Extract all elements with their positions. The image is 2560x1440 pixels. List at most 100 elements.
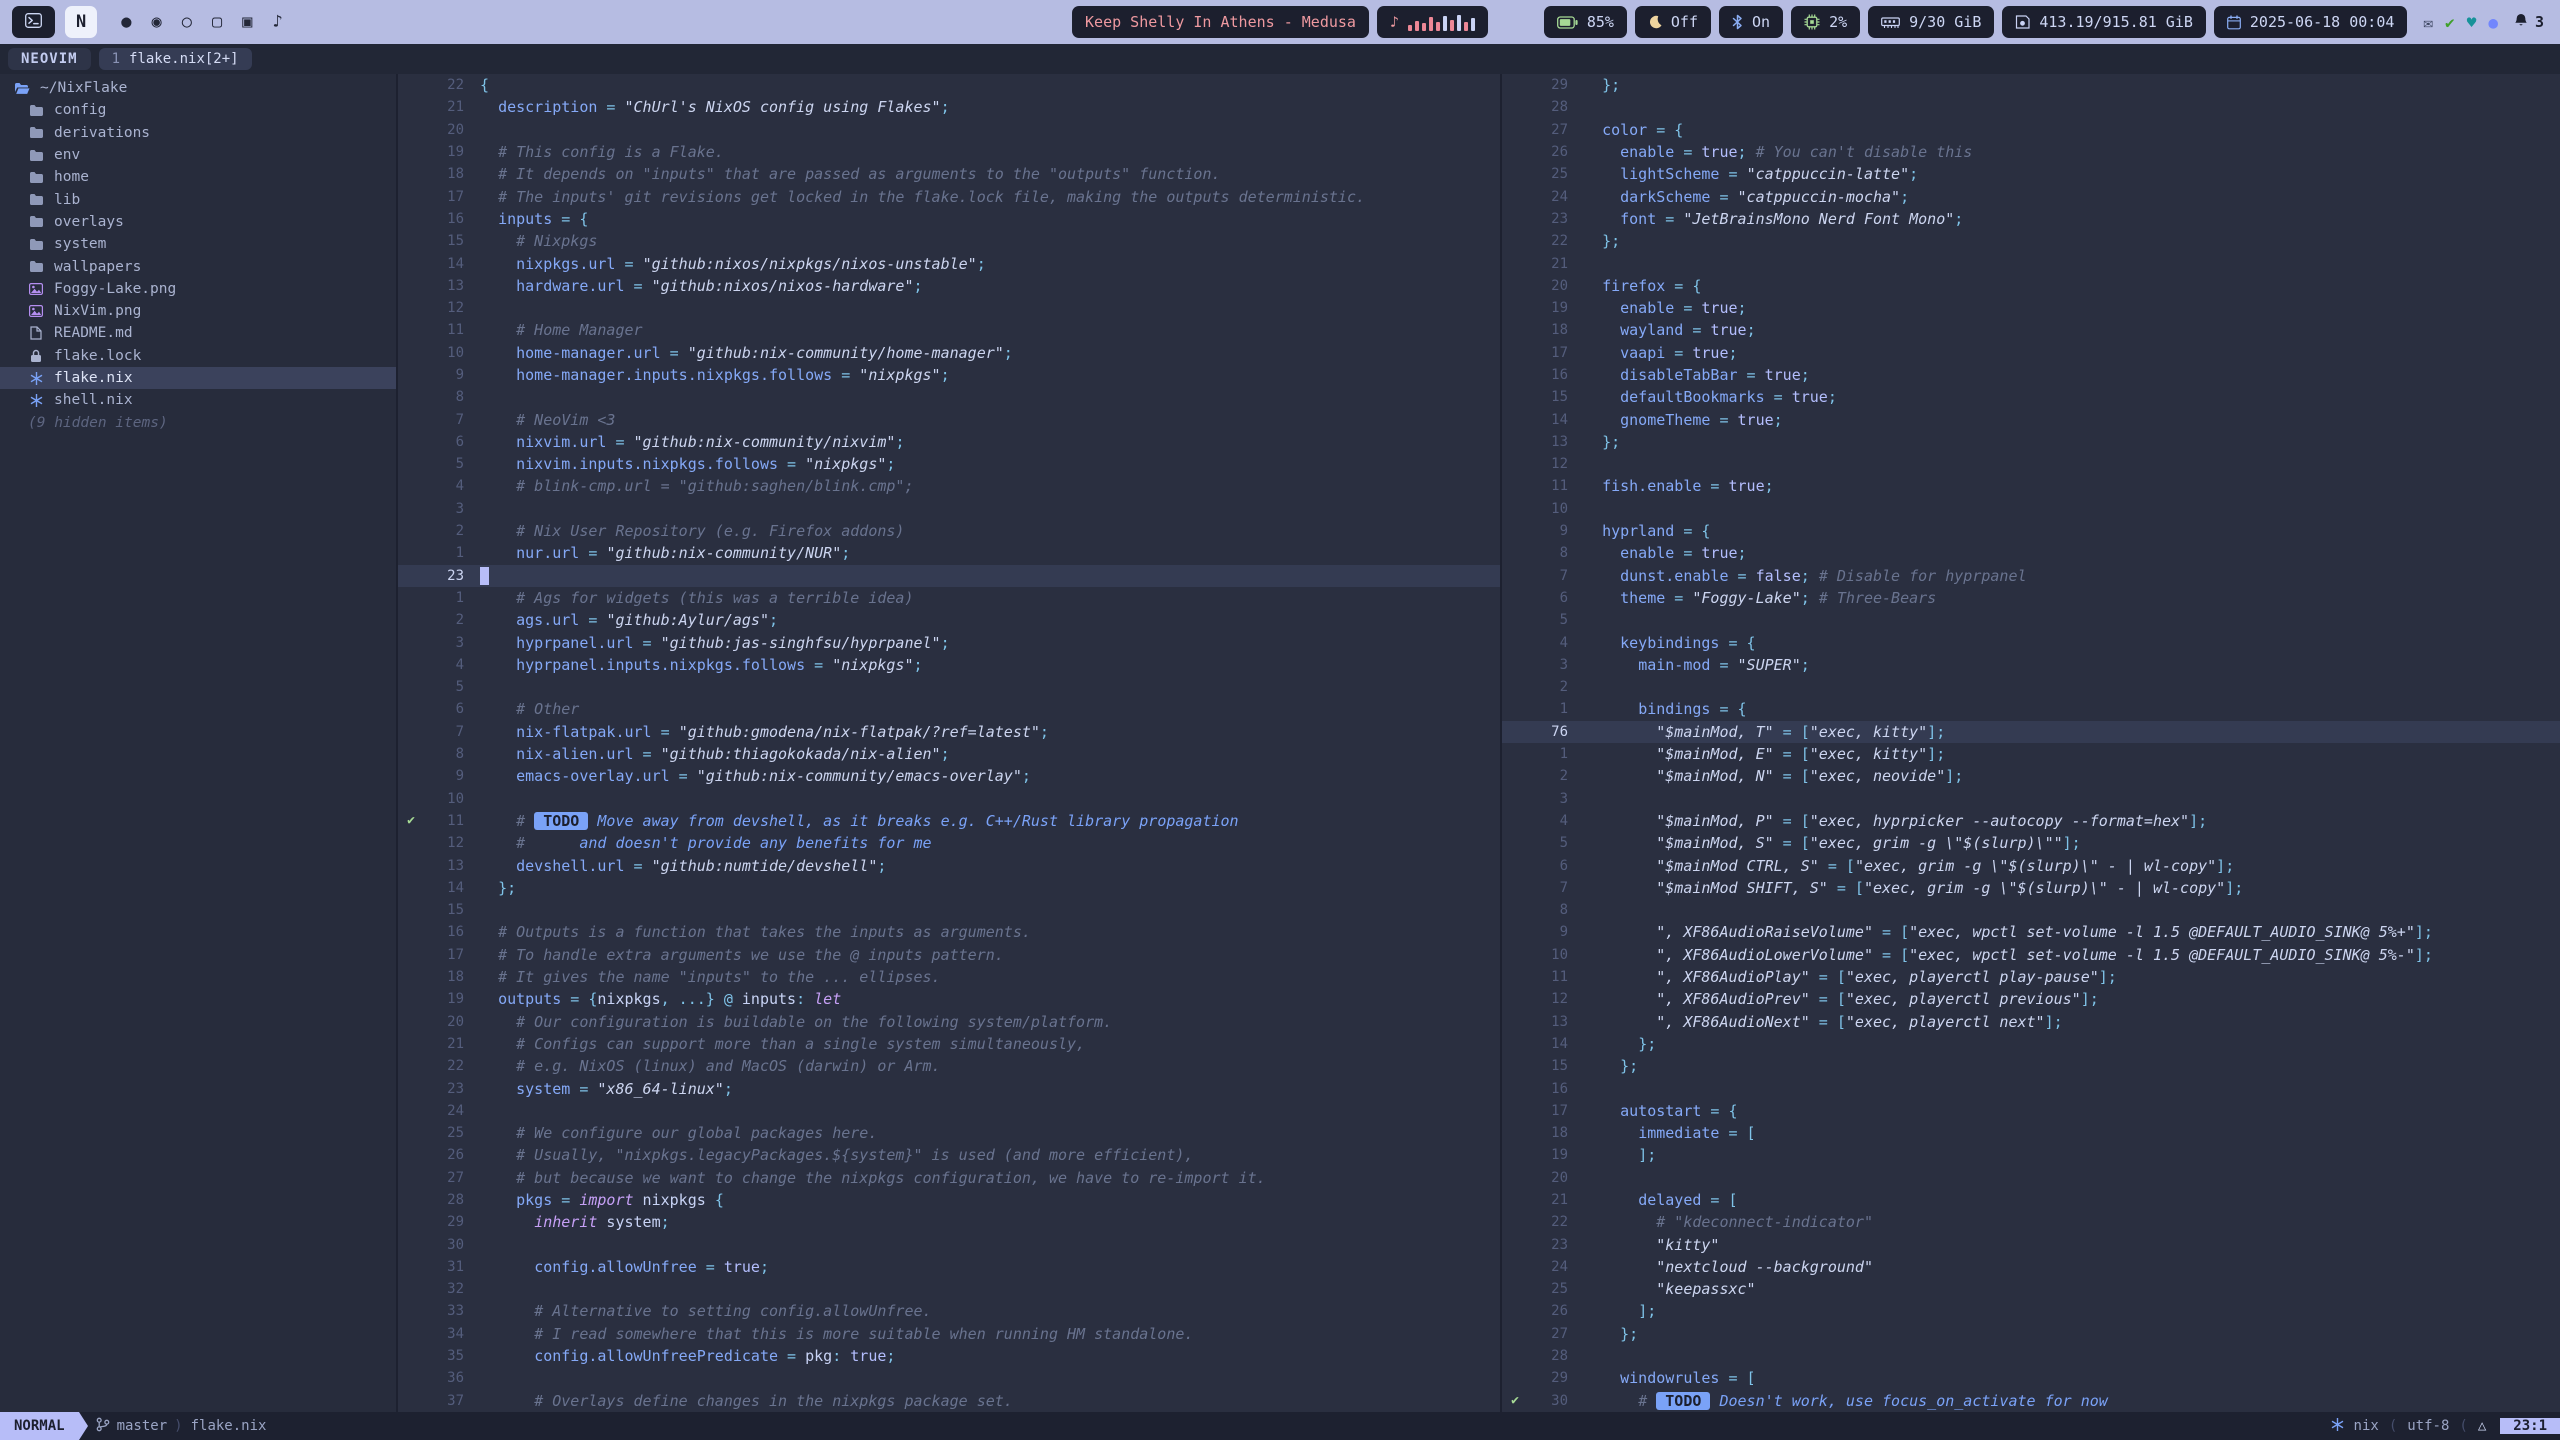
code-line[interactable]: 16 # Outputs is a function that takes th… <box>398 921 1500 943</box>
notification-counter[interactable]: 3 <box>2514 13 2548 32</box>
tray-icon-keepassxc[interactable]: ♥ <box>2467 13 2477 32</box>
code-line[interactable]: 12 # and doesn't provide any benefits fo… <box>398 832 1500 854</box>
code-line[interactable]: 8 nix-alien.url = "github:thiagokokada/n… <box>398 743 1500 765</box>
code-line[interactable]: 34 # I read somewhere that this is more … <box>398 1323 1500 1345</box>
status-chip-clock[interactable]: 2025-06-18 00:04 <box>2214 6 2408 38</box>
code-line[interactable]: 14 nixpkgs.url = "github:nixos/nixpkgs/n… <box>398 252 1500 274</box>
code-line[interactable]: 27 color = { <box>1502 119 2560 141</box>
code-line[interactable]: 17 autostart = { <box>1502 1100 2560 1122</box>
code-line[interactable]: 16 disableTabBar = true; <box>1502 364 2560 386</box>
code-line[interactable]: 1 # Ags for widgets (this was a terrible… <box>398 587 1500 609</box>
code-line[interactable]: 9 ", XF86AudioRaiseVolume" = ["exec, wpc… <box>1502 921 2560 943</box>
code-line[interactable]: ✔11 # TODO Move away from devshell, as i… <box>398 810 1500 832</box>
tree-item-flake.nix[interactable]: flake.nix <box>0 367 396 389</box>
code-line[interactable]: 13 ", XF86AudioNext" = ["exec, playerctl… <box>1502 1010 2560 1032</box>
code-line[interactable]: 23 <box>398 565 1500 587</box>
code-line[interactable]: 3 <box>398 498 1500 520</box>
status-chip-cpu[interactable]: 2% <box>1791 6 1860 38</box>
active-app-chip[interactable]: N <box>65 6 97 38</box>
code-line[interactable]: 20 <box>1502 1167 2560 1189</box>
code-line[interactable]: 14 gnomeTheme = true; <box>1502 408 2560 430</box>
code-line[interactable]: 26 # Usually, "nixpkgs.legacyPackages.${… <box>398 1144 1500 1166</box>
code-line[interactable]: 33 # Alternative to setting config.allow… <box>398 1300 1500 1322</box>
code-line[interactable]: 17 # To handle extra arguments we use th… <box>398 944 1500 966</box>
code-line[interactable]: 27 # but because we want to change the n… <box>398 1167 1500 1189</box>
code-line[interactable]: 2 ags.url = "github:Aylur/ags"; <box>398 609 1500 631</box>
code-line[interactable]: 5 nixvim.inputs.nixpkgs.follows = "nixpk… <box>398 453 1500 475</box>
code-line[interactable]: 30 <box>398 1233 1500 1255</box>
code-line[interactable]: 23 system = "x86_64-linux"; <box>398 1077 1500 1099</box>
code-line[interactable]: 28 pkgs = import nixpkgs { <box>398 1189 1500 1211</box>
code-line[interactable]: 22 # e.g. NixOS (linux) and MacOS (darwi… <box>398 1055 1500 1077</box>
code-line[interactable]: 7 dunst.enable = false; # Disable for hy… <box>1502 565 2560 587</box>
code-line[interactable]: 8 enable = true; <box>1502 542 2560 564</box>
code-line[interactable]: 16 <box>1502 1077 2560 1099</box>
tree-item-overlays[interactable]: overlays <box>0 211 396 233</box>
code-line[interactable]: 76 "$mainMod, T" = ["exec, kitty"]; <box>1502 721 2560 743</box>
code-line[interactable]: 24 <box>398 1100 1500 1122</box>
code-line[interactable]: 19 # This config is a Flake. <box>398 141 1500 163</box>
code-line[interactable]: 22 # "kdeconnect-indicator" <box>1502 1211 2560 1233</box>
tray-icon-sync-ok[interactable]: ✔ <box>2445 13 2455 32</box>
tree-item-lib[interactable]: lib <box>0 188 396 210</box>
code-line[interactable]: 21 delayed = [ <box>1502 1189 2560 1211</box>
code-line[interactable]: 3 hyprpanel.url = "github:jas-singhfsu/h… <box>398 631 1500 653</box>
status-chip-battery[interactable]: 85% <box>1544 6 1627 38</box>
code-line[interactable]: 12 ", XF86AudioPrev" = ["exec, playerctl… <box>1502 988 2560 1010</box>
code-line[interactable]: 13 devshell.url = "github:numtide/devshe… <box>398 854 1500 876</box>
tree-item-flake.lock[interactable]: flake.lock <box>0 345 396 367</box>
status-chip-bluetooth[interactable]: On <box>1719 6 1783 38</box>
code-line[interactable]: 17 # The inputs' git revisions get locke… <box>398 185 1500 207</box>
tree-item-NixVim.png[interactable]: NixVim.png <box>0 300 396 322</box>
code-line[interactable]: 3 main-mod = "SUPER"; <box>1502 654 2560 676</box>
terminal-launcher[interactable] <box>12 6 55 38</box>
code-line[interactable]: 5 <box>398 676 1500 698</box>
code-line[interactable]: 1 nur.url = "github:nix-community/NUR"; <box>398 542 1500 564</box>
workspace-icon-1[interactable]: ● <box>121 14 131 31</box>
code-line[interactable]: 1 "$mainMod, E" = ["exec, kitty"]; <box>1502 743 2560 765</box>
workspace-icon-6[interactable]: ♪ <box>273 14 283 31</box>
code-line[interactable]: 35 config.allowUnfreePredicate = pkg: tr… <box>398 1345 1500 1367</box>
code-line[interactable]: 24 darkScheme = "catppuccin-mocha"; <box>1502 185 2560 207</box>
code-line[interactable]: 26 ]; <box>1502 1300 2560 1322</box>
code-line[interactable]: 16 inputs = { <box>398 208 1500 230</box>
tree-item-config[interactable]: config <box>0 99 396 121</box>
code-line[interactable]: 17 vaapi = true; <box>1502 342 2560 364</box>
code-line[interactable]: 20 <box>398 119 1500 141</box>
code-line[interactable]: 23 "kitty" <box>1502 1233 2560 1255</box>
code-line[interactable]: 26 enable = true; # You can't disable th… <box>1502 141 2560 163</box>
code-line[interactable]: 10 ", XF86AudioLowerVolume" = ["exec, wp… <box>1502 944 2560 966</box>
code-line[interactable]: 15 defaultBookmarks = true; <box>1502 386 2560 408</box>
status-chip-dnd[interactable]: Off <box>1635 6 1711 38</box>
code-line[interactable]: 12 <box>398 297 1500 319</box>
code-line[interactable]: 2 "$mainMod, N" = ["exec, neovide"]; <box>1502 765 2560 787</box>
code-line[interactable]: 12 <box>1502 453 2560 475</box>
code-line[interactable]: 18 immediate = [ <box>1502 1122 2560 1144</box>
code-line[interactable]: 29 inherit system; <box>398 1211 1500 1233</box>
tray-icon-nextcloud[interactable]: ● <box>2488 13 2498 32</box>
code-line[interactable]: 11 # Home Manager <box>398 319 1500 341</box>
code-line[interactable]: 20 # Our configuration is buildable on t… <box>398 1010 1500 1032</box>
code-line[interactable]: 9 home-manager.inputs.nixpkgs.follows = … <box>398 364 1500 386</box>
code-line[interactable]: 7 nix-flatpak.url = "github:gmodena/nix-… <box>398 721 1500 743</box>
workspace-icon-2[interactable]: ◉ <box>152 14 162 31</box>
code-line[interactable]: 7 # NeoVim <3 <box>398 408 1500 430</box>
tree-item-home[interactable]: home <box>0 166 396 188</box>
code-line[interactable]: 22 }; <box>1502 230 2560 252</box>
code-line[interactable]: 18 wayland = true; <box>1502 319 2560 341</box>
code-line[interactable]: 2 # Nix User Repository (e.g. Firefox ad… <box>398 520 1500 542</box>
code-line[interactable]: 11 ", XF86AudioPlay" = ["exec, playerctl… <box>1502 966 2560 988</box>
code-line[interactable]: 21 # Configs can support more than a sin… <box>398 1033 1500 1055</box>
code-line[interactable]: 29 windowrules = [ <box>1502 1367 2560 1389</box>
git-branch[interactable]: master ) <box>96 1417 183 1436</box>
code-line[interactable]: 14 }; <box>398 877 1500 899</box>
code-line[interactable]: 36 <box>398 1367 1500 1389</box>
tray-icon-mail[interactable]: ✉ <box>2423 13 2433 32</box>
code-line[interactable]: 4 hyprpanel.inputs.nixpkgs.follows = "ni… <box>398 654 1500 676</box>
code-line[interactable]: 1 bindings = { <box>1502 698 2560 720</box>
code-line[interactable]: 19 outputs = {nixpkgs, ...} @ inputs: le… <box>398 988 1500 1010</box>
code-line[interactable]: 6 # Other <box>398 698 1500 720</box>
code-line[interactable]: ✔30 # TODO Doesn't work, use focus_on_ac… <box>1502 1390 2560 1412</box>
workspace-icon-4[interactable]: ▢ <box>212 14 222 31</box>
code-line[interactable]: 13 hardware.url = "github:nixos/nixos-ha… <box>398 275 1500 297</box>
